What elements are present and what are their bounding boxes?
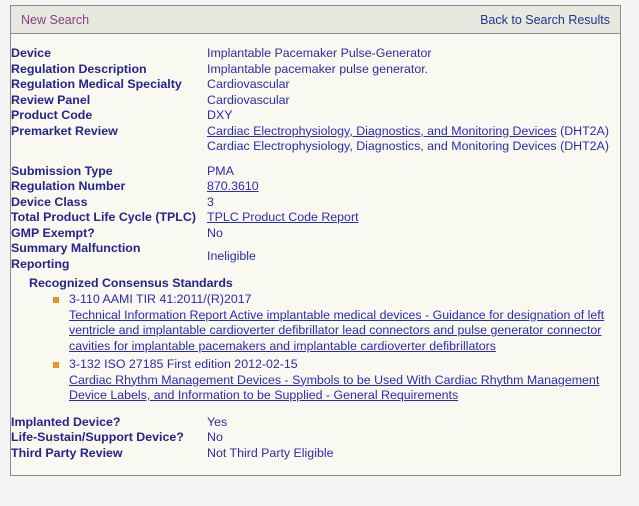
standard-code: 3-132 ISO 27185 First edition 2012-02-15 bbox=[69, 357, 298, 371]
table-row-review-panel: Review Panel Cardiovascular bbox=[11, 93, 620, 109]
table-row-regulation-description: Regulation Description Implantable pacem… bbox=[11, 62, 620, 78]
value-total-product-life-cycle: TPLC Product Code Report bbox=[207, 210, 620, 226]
premarket-review-link[interactable]: Cardiac Electrophysiology, Diagnostics, … bbox=[207, 124, 557, 138]
table-row-regulation-medical-specialty: Regulation Medical Specialty Cardiovascu… bbox=[11, 77, 620, 93]
label-product-code: Product Code bbox=[11, 108, 93, 122]
toolbar: New Search Back to Search Results bbox=[11, 6, 620, 34]
value-regulation-medical-specialty: Cardiovascular bbox=[207, 77, 290, 91]
value-device: Implantable Pacemaker Pulse-Generator bbox=[207, 46, 432, 60]
table-row-third-party-review: Third Party Review Not Third Party Eligi… bbox=[11, 446, 620, 462]
label-total-product-life-cycle: Total Product Life Cycle (TPLC) bbox=[11, 210, 196, 224]
value-gmp-exempt: No bbox=[207, 225, 223, 240]
table-row-premarket-review: Premarket Review Cardiac Electrophysiolo… bbox=[11, 124, 620, 155]
table-row-regulation-number: Regulation Number 870.3610 bbox=[11, 179, 620, 195]
list-item: 3-110 AAMI TIR 41:2011/(R)2017 Technical… bbox=[53, 292, 608, 354]
table-row-summary-malfunction-reporting: Summary Malfunction Reporting Ineligible bbox=[11, 241, 620, 272]
value-life-sustain-support-device: No bbox=[207, 430, 223, 444]
label-regulation-medical-specialty: Regulation Medical Specialty bbox=[11, 77, 182, 91]
back-to-search-results-link[interactable]: Back to Search Results bbox=[480, 13, 610, 27]
label-submission-type: Submission Type bbox=[11, 163, 113, 178]
device-detail-panel: New Search Back to Search Results Device… bbox=[10, 5, 621, 476]
standard-description-link[interactable]: Technical Information Report Active impl… bbox=[69, 308, 608, 355]
label-device-class: Device Class bbox=[11, 194, 88, 209]
table-row-gmp-exempt: GMP Exempt? No bbox=[11, 226, 620, 242]
value-premarket-review: Cardiac Electrophysiology, Diagnostics, … bbox=[207, 124, 620, 155]
value-review-panel: Cardiovascular bbox=[207, 92, 290, 107]
premarket-review-line-1: Cardiac Electrophysiology, Diagnostics, … bbox=[207, 124, 609, 138]
table-row-submission-type: Submission Type PMA bbox=[11, 155, 620, 180]
value-regulation-description: Implantable pacemaker pulse generator. bbox=[207, 61, 429, 76]
standards-spacer bbox=[29, 407, 608, 413]
standard-code: 3-110 AAMI TIR 41:2011/(R)2017 bbox=[69, 292, 252, 306]
list-item: 3-132 ISO 27185 First edition 2012-02-15… bbox=[53, 357, 608, 404]
summary-malfunction-label-line2: Reporting bbox=[11, 256, 70, 271]
label-third-party-review: Third Party Review bbox=[11, 445, 123, 460]
label-review-panel: Review Panel bbox=[11, 92, 91, 107]
label-gmp-exempt: GMP Exempt? bbox=[11, 225, 95, 240]
standards-list: 3-110 AAMI TIR 41:2011/(R)2017 Technical… bbox=[29, 292, 608, 404]
bullet-icon bbox=[53, 362, 59, 368]
value-product-code: DXY bbox=[207, 108, 233, 122]
label-device: Device bbox=[11, 46, 51, 60]
device-detail-table: Device Implantable Pacemaker Pulse-Gener… bbox=[11, 46, 620, 272]
tplc-product-code-report-link[interactable]: TPLC Product Code Report bbox=[207, 210, 359, 224]
table-row-life-sustain-support-device: Life-Sustain/Support Device? No bbox=[11, 430, 620, 446]
value-device-class: 3 bbox=[207, 194, 214, 209]
premarket-review-line-2: Cardiac Electrophysiology, Diagnostics, … bbox=[207, 139, 609, 153]
recognized-consensus-standards-title: Recognized Consensus Standards bbox=[29, 276, 233, 290]
table-row-device-class: Device Class 3 bbox=[11, 195, 620, 211]
premarket-review-suffix: (DHT2A) bbox=[556, 123, 609, 138]
value-summary-malfunction-reporting: Ineligible bbox=[207, 249, 256, 263]
value-implanted-device: Yes bbox=[207, 414, 228, 429]
label-regulation-description: Regulation Description bbox=[11, 61, 147, 76]
value-regulation-number: 870.3610 bbox=[207, 179, 620, 195]
label-implanted-device: Implanted Device? bbox=[11, 414, 121, 429]
table-row-implanted-device: Implanted Device? Yes bbox=[11, 415, 620, 431]
table-row-device: Device Implantable Pacemaker Pulse-Gener… bbox=[11, 46, 620, 62]
bullet-icon bbox=[53, 297, 59, 303]
value-third-party-review: Not Third Party Eligible bbox=[207, 445, 334, 460]
label-summary-malfunction-reporting: Summary Malfunction Reporting bbox=[11, 241, 207, 272]
standard-description-link[interactable]: Cardiac Rhythm Management Devices - Symb… bbox=[69, 373, 608, 404]
detail-body: Device Implantable Pacemaker Pulse-Gener… bbox=[11, 34, 620, 475]
page-root: New Search Back to Search Results Device… bbox=[0, 0, 639, 506]
summary-malfunction-label-line1: Summary Malfunction bbox=[11, 241, 141, 255]
regulation-number-link[interactable]: 870.3610 bbox=[207, 179, 259, 193]
value-submission-type: PMA bbox=[207, 163, 234, 178]
label-life-sustain-support-device: Life-Sustain/Support Device? bbox=[11, 430, 184, 444]
table-row-tplc: Total Product Life Cycle (TPLC) TPLC Pro… bbox=[11, 210, 620, 226]
label-premarket-review: Premarket Review bbox=[11, 123, 118, 138]
device-detail-table-footer: Implanted Device? Yes Life-Sustain/Suppo… bbox=[11, 415, 620, 462]
label-regulation-number: Regulation Number bbox=[11, 179, 126, 193]
recognized-consensus-standards-section: Recognized Consensus Standards 3-110 AAM… bbox=[11, 272, 620, 415]
table-row-product-code: Product Code DXY bbox=[11, 108, 620, 124]
new-search-link[interactable]: New Search bbox=[21, 13, 89, 27]
